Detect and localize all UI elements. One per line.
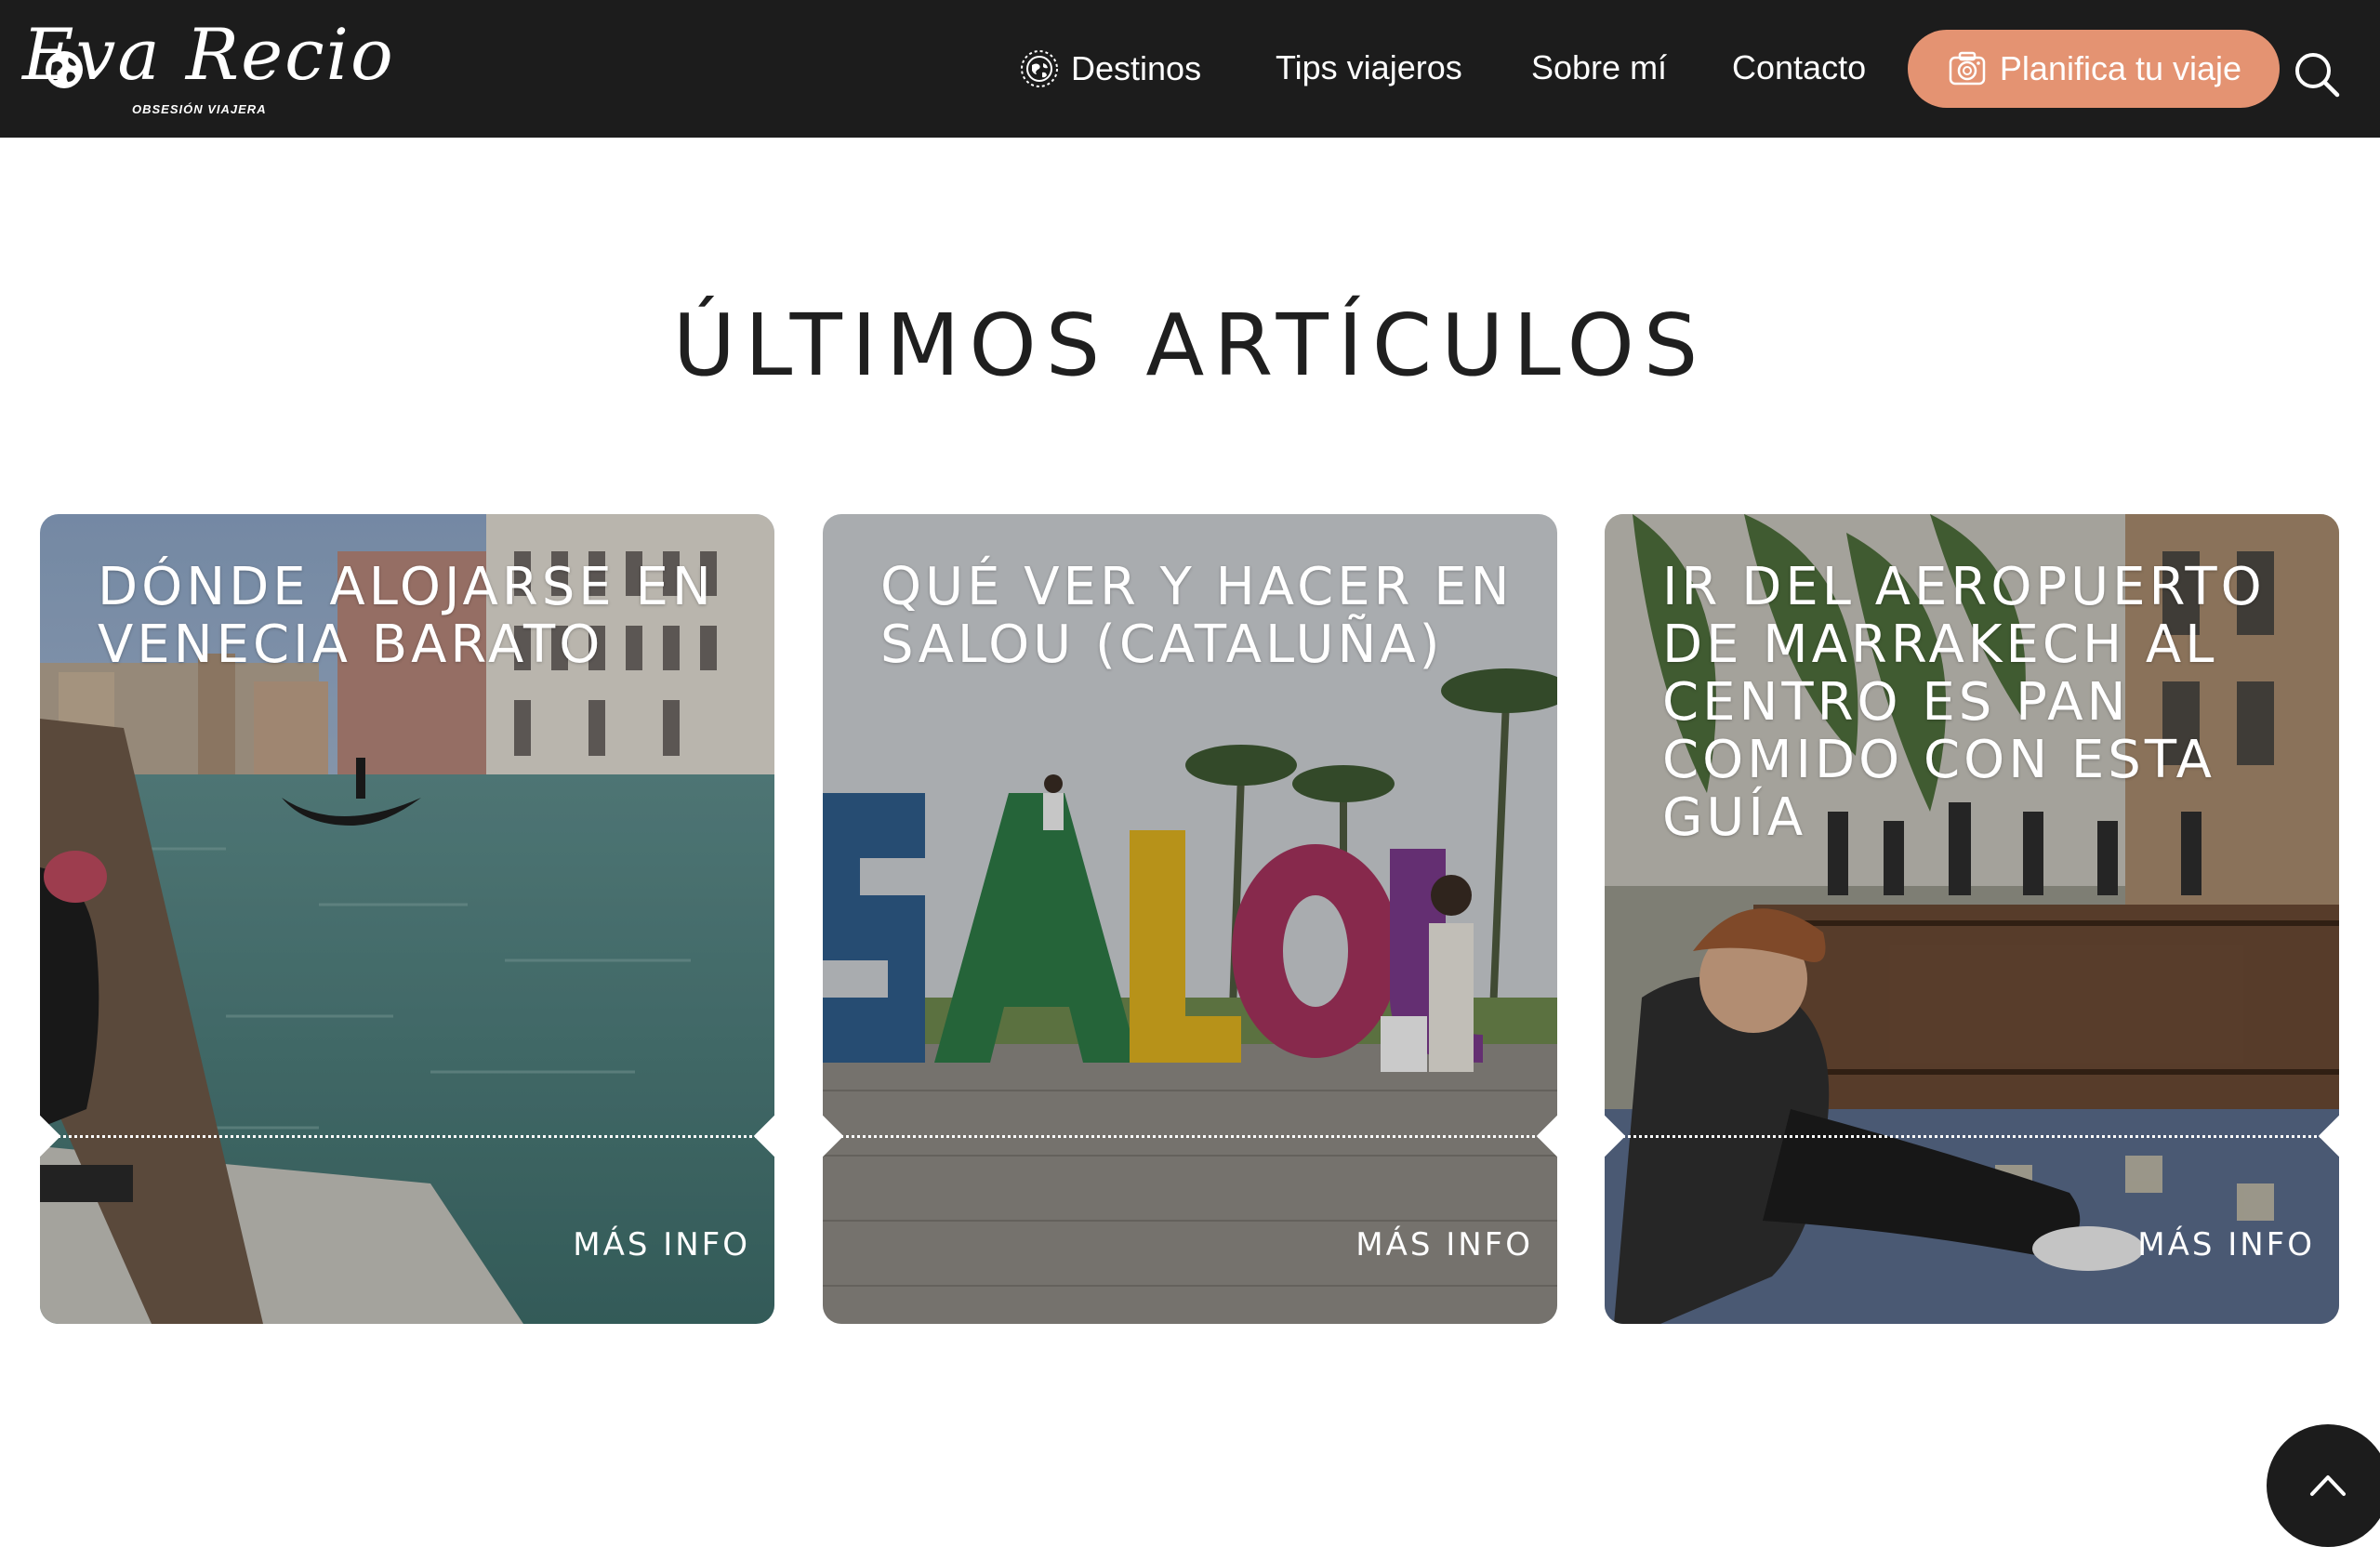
- nav-item-tips-viajeros[interactable]: Tips viajeros: [1276, 48, 1462, 87]
- more-info-link[interactable]: MÁS INFO: [1355, 1226, 1533, 1263]
- globe-icon: [1019, 48, 1060, 89]
- perforation-divider: [40, 1135, 774, 1140]
- nav-item-contacto[interactable]: Contacto: [1732, 48, 1866, 87]
- nav-label-contacto: Contacto: [1732, 48, 1867, 86]
- logo-tagline: OBSESIÓN VIAJERA: [132, 102, 267, 116]
- site-logo[interactable]: Eva Recio OBSESIÓN VIAJERA: [22, 13, 393, 123]
- camera-icon: [1946, 47, 1989, 90]
- perforation-divider: [823, 1135, 1557, 1140]
- chevron-up-icon: [2310, 1475, 2346, 1496]
- more-info-link[interactable]: MÁS INFO: [2137, 1226, 2315, 1263]
- plan-trip-button[interactable]: Planifica tu viaje: [1908, 30, 2280, 108]
- site-header: Eva Recio OBSESIÓN VIAJERA Destinos Tips…: [0, 0, 2380, 138]
- nav-label-destinos: Destinos: [1071, 49, 1202, 87]
- search-icon[interactable]: [2293, 50, 2341, 99]
- logo-script: Eva Recio: [22, 13, 395, 96]
- perforation-divider: [1605, 1135, 2339, 1140]
- article-card-venecia[interactable]: Dónde alojarse en Venecia barato MÁS INF…: [40, 514, 774, 1324]
- article-title[interactable]: Qué ver y hacer en Salou (Cataluña): [880, 559, 1520, 674]
- article-title[interactable]: Dónde alojarse en Venecia barato: [98, 559, 737, 674]
- plan-trip-label: Planifica tu viaje: [1999, 49, 2242, 87]
- back-to-top-button[interactable]: [2267, 1424, 2380, 1547]
- nav-item-sobre-mi[interactable]: Sobre mí: [1531, 48, 1667, 87]
- article-card-salou[interactable]: Qué ver y hacer en Salou (Cataluña) MÁS …: [823, 514, 1557, 1324]
- article-card-marrakech[interactable]: Ir del aeropuerto de Marrakech al centro…: [1605, 514, 2339, 1324]
- article-title[interactable]: Ir del aeropuerto de Marrakech al centro…: [1662, 559, 2302, 847]
- nav-label-tips: Tips viajeros: [1276, 48, 1462, 86]
- nav-item-destinos[interactable]: Destinos: [1019, 48, 1201, 89]
- nav-label-sobre: Sobre mí: [1531, 48, 1668, 86]
- more-info-link[interactable]: MÁS INFO: [573, 1226, 750, 1263]
- section-title: ÚLTIMOS ARTÍCULOS: [672, 296, 1708, 395]
